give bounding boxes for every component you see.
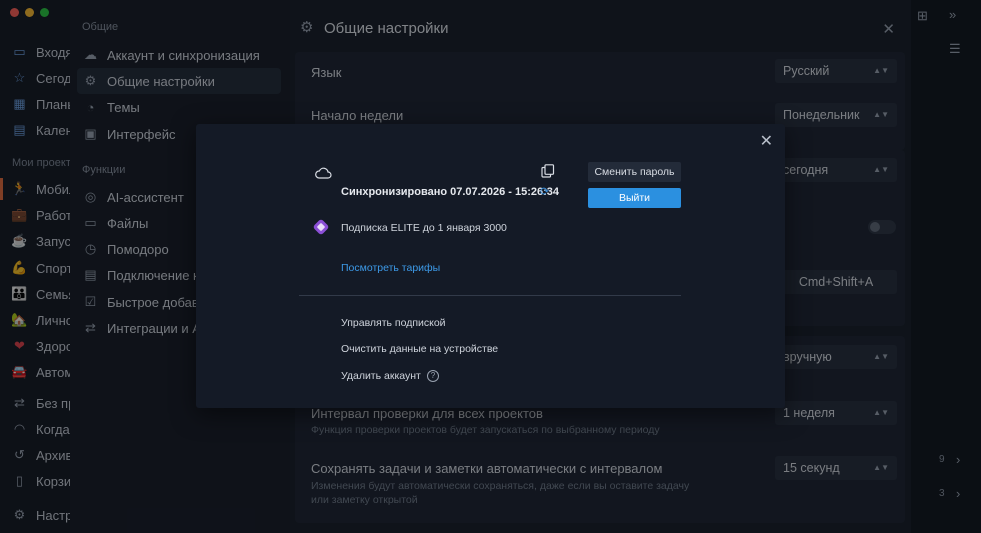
help-icon[interactable]: ?: [427, 370, 439, 382]
diamond-icon: [312, 218, 330, 236]
subscription-status: Подписка ELITE до 1 января 3000: [341, 222, 507, 234]
view-plans-link[interactable]: Посмотреть тарифы: [341, 262, 440, 274]
sync-status: Синхронизировано 07.07.2026 - 15:26:34: [341, 186, 559, 198]
delete-account-link[interactable]: Удалить аккаунт: [341, 370, 421, 382]
manage-subscription-link[interactable]: Управлять подпиской: [341, 317, 446, 329]
clear-device-data-link[interactable]: Очистить данные на устройстве: [341, 343, 498, 355]
cloud-icon: [315, 167, 332, 179]
account-modal: ✕ Синхронизировано 07.07.2026 - 15:26:34…: [196, 124, 785, 408]
copy-icon[interactable]: [541, 164, 555, 178]
refresh-icon[interactable]: ⟳: [540, 185, 549, 198]
logout-button[interactable]: Выйти: [588, 188, 681, 208]
divider: [299, 295, 681, 296]
close-icon[interactable]: ✕: [760, 131, 773, 151]
change-password-button[interactable]: Сменить пароль: [588, 162, 681, 182]
